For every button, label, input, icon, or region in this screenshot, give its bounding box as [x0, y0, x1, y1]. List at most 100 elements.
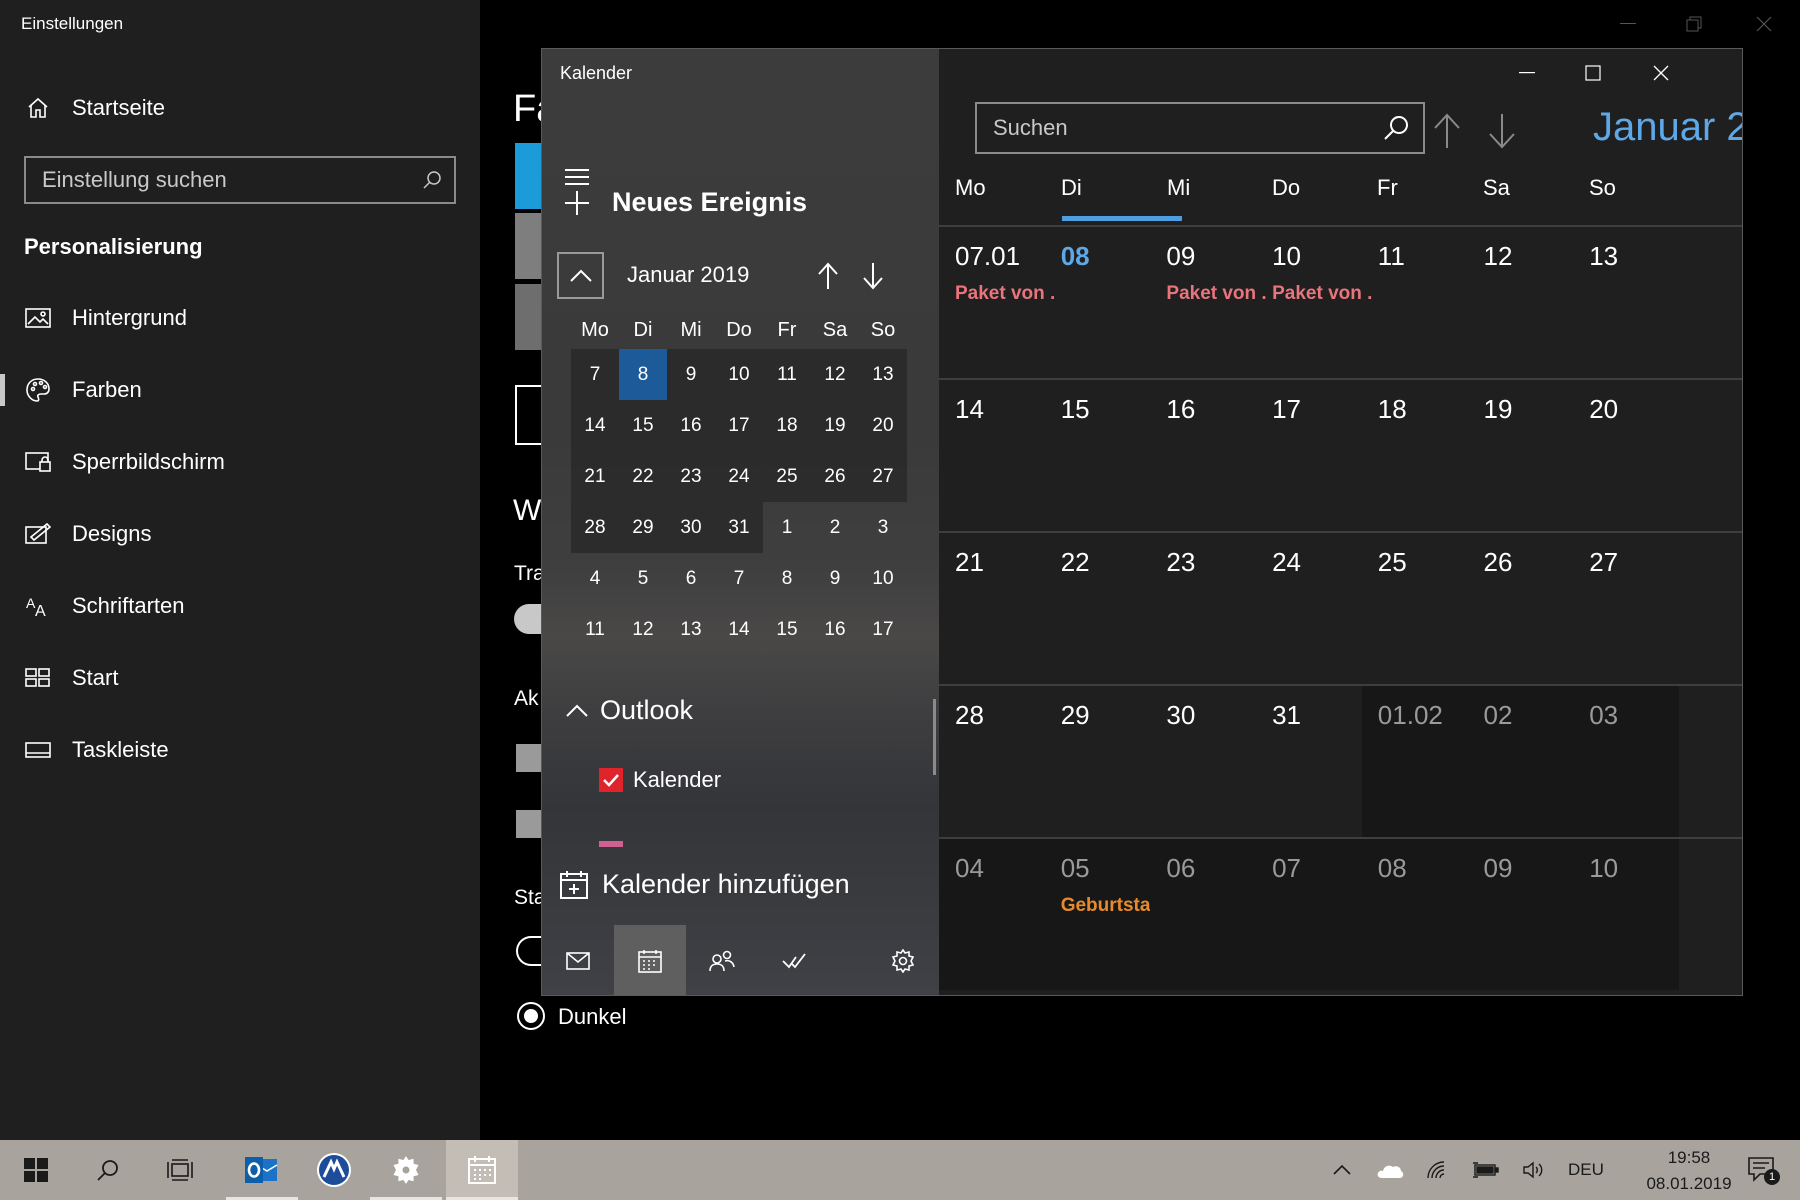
calendar-minimize-button[interactable]: [1497, 55, 1557, 91]
transparency-toggle[interactable]: [514, 604, 542, 634]
day-cell[interactable]: 30: [1150, 686, 1256, 837]
day-cell[interactable]: 10: [1573, 839, 1680, 990]
mini-day[interactable]: 16: [811, 604, 859, 655]
mini-day[interactable]: 23: [667, 451, 715, 502]
day-cell[interactable]: 18: [1362, 380, 1468, 531]
mini-day[interactable]: 12: [619, 604, 667, 655]
mini-day[interactable]: 12: [811, 349, 859, 400]
nav-pane-scrollbar[interactable]: [933, 699, 936, 775]
taskbar-search-button[interactable]: [72, 1140, 144, 1200]
mini-day[interactable]: 8: [619, 349, 667, 400]
day-cell[interactable]: 13: [1573, 227, 1679, 378]
clock-time[interactable]: 19:58: [1646, 1148, 1732, 1168]
start-button[interactable]: [0, 1140, 72, 1200]
day-cell[interactable]: 15: [1045, 380, 1151, 531]
mini-day[interactable]: 19: [811, 400, 859, 451]
new-event-button[interactable]: Neues Ereignis: [564, 187, 807, 218]
day-cell[interactable]: 27: [1573, 533, 1679, 684]
settings-minimize-button[interactable]: [1598, 6, 1658, 42]
mini-day[interactable]: 4: [571, 553, 619, 604]
task-view-button[interactable]: [144, 1140, 216, 1200]
mini-day[interactable]: 29: [619, 502, 667, 553]
onedrive-tray[interactable]: [1370, 1140, 1410, 1200]
mini-day[interactable]: 6: [667, 553, 715, 604]
sidebar-item-start[interactable]: Start: [0, 650, 480, 706]
mini-day[interactable]: 14: [715, 604, 763, 655]
mini-day[interactable]: 7: [715, 553, 763, 604]
day-cell[interactable]: 07.01 Paket von ...: [939, 227, 1055, 378]
day-cell[interactable]: 26: [1468, 533, 1574, 684]
day-cell[interactable]: 20: [1573, 380, 1679, 531]
taskbar-outlook[interactable]: [226, 1140, 298, 1200]
day-cell[interactable]: 16: [1150, 380, 1256, 531]
day-cell[interactable]: 07: [1256, 839, 1363, 990]
mini-day[interactable]: 24: [715, 451, 763, 502]
sidebar-item-hintergrund[interactable]: Hintergrund: [0, 290, 480, 346]
day-cell[interactable]: 23: [1150, 533, 1256, 684]
taskbar-calendar[interactable]: [446, 1140, 518, 1200]
settings-search-input[interactable]: Einstellung suchen: [24, 156, 456, 204]
day-cell[interactable]: 31: [1256, 686, 1362, 837]
people-app-button[interactable]: [686, 925, 758, 995]
mini-day[interactable]: 25: [763, 451, 811, 502]
mini-day[interactable]: 31: [715, 502, 763, 553]
day-cell[interactable]: 08: [1045, 227, 1151, 378]
mini-day[interactable]: 28: [571, 502, 619, 553]
mini-day[interactable]: 20: [859, 400, 907, 451]
battery-tray[interactable]: [1466, 1140, 1506, 1200]
radio-dark[interactable]: [517, 1002, 545, 1030]
day-cell[interactable]: 09: [1467, 839, 1574, 990]
checkbox[interactable]: [516, 744, 542, 772]
day-cell[interactable]: 06: [1150, 839, 1257, 990]
day-cell[interactable]: 04: [939, 839, 1045, 990]
mini-day[interactable]: 30: [667, 502, 715, 553]
mini-day[interactable]: 13: [667, 604, 715, 655]
checkbox[interactable]: [516, 810, 542, 838]
calendar-event[interactable]: Paket von ...: [1272, 283, 1372, 305]
input-language[interactable]: DEU: [1568, 1160, 1604, 1180]
mini-day[interactable]: 27: [859, 451, 907, 502]
mini-day[interactable]: 9: [811, 553, 859, 604]
calendar-event[interactable]: Geburtstag: [1061, 895, 1161, 917]
mini-day[interactable]: 3: [859, 502, 907, 553]
day-cell[interactable]: 12: [1468, 227, 1574, 378]
mini-day[interactable]: 11: [571, 604, 619, 655]
calendar-maximize-button[interactable]: [1563, 55, 1623, 91]
day-cell[interactable]: 02: [1467, 686, 1574, 837]
mini-day[interactable]: 22: [619, 451, 667, 502]
calendar-item-kalender[interactable]: Kalender: [599, 767, 721, 793]
mini-day[interactable]: 18: [763, 400, 811, 451]
day-cell[interactable]: 29: [1045, 686, 1151, 837]
mini-day[interactable]: 11: [763, 349, 811, 400]
prev-month-button[interactable]: [1427, 109, 1467, 153]
calendar-event[interactable]: Paket von ...: [955, 283, 1055, 305]
day-cell[interactable]: 25: [1362, 533, 1468, 684]
volume-tray[interactable]: [1514, 1140, 1554, 1200]
day-cell[interactable]: 11: [1362, 227, 1468, 378]
sidebar-item-schriftarten[interactable]: AA Schriftarten: [0, 578, 480, 634]
action-center-button[interactable]: 1: [1734, 1140, 1790, 1200]
day-cell[interactable]: 10 Paket von ...: [1256, 227, 1372, 378]
day-cell[interactable]: 21: [939, 533, 1045, 684]
day-cell[interactable]: 09 Paket von ...: [1150, 227, 1266, 378]
account-outlook-toggle[interactable]: Outlook: [566, 695, 693, 726]
todo-app-button[interactable]: [758, 925, 830, 995]
mini-day[interactable]: 15: [763, 604, 811, 655]
mini-day[interactable]: 16: [667, 400, 715, 451]
day-cell[interactable]: 24: [1256, 533, 1362, 684]
mini-day[interactable]: 1: [763, 502, 811, 553]
calendar-app-button[interactable]: [614, 925, 686, 995]
day-cell[interactable]: 05 Geburtstag: [1044, 839, 1161, 990]
day-cell[interactable]: 22: [1045, 533, 1151, 684]
mini-day[interactable]: 2: [811, 502, 859, 553]
taskbar-settings[interactable]: [370, 1140, 442, 1200]
day-cell[interactable]: 14: [939, 380, 1045, 531]
mini-day[interactable]: 10: [715, 349, 763, 400]
next-month-button[interactable]: [1482, 109, 1522, 153]
mini-day[interactable]: 17: [859, 604, 907, 655]
mini-day[interactable]: 15: [619, 400, 667, 451]
mini-calendar-collapse-button[interactable]: [557, 252, 604, 299]
sidebar-item-sperrbildschirm[interactable]: Sperrbildschirm: [0, 434, 480, 490]
sidebar-item-taskleiste[interactable]: Taskleiste: [0, 722, 480, 778]
mini-day[interactable]: 7: [571, 349, 619, 400]
